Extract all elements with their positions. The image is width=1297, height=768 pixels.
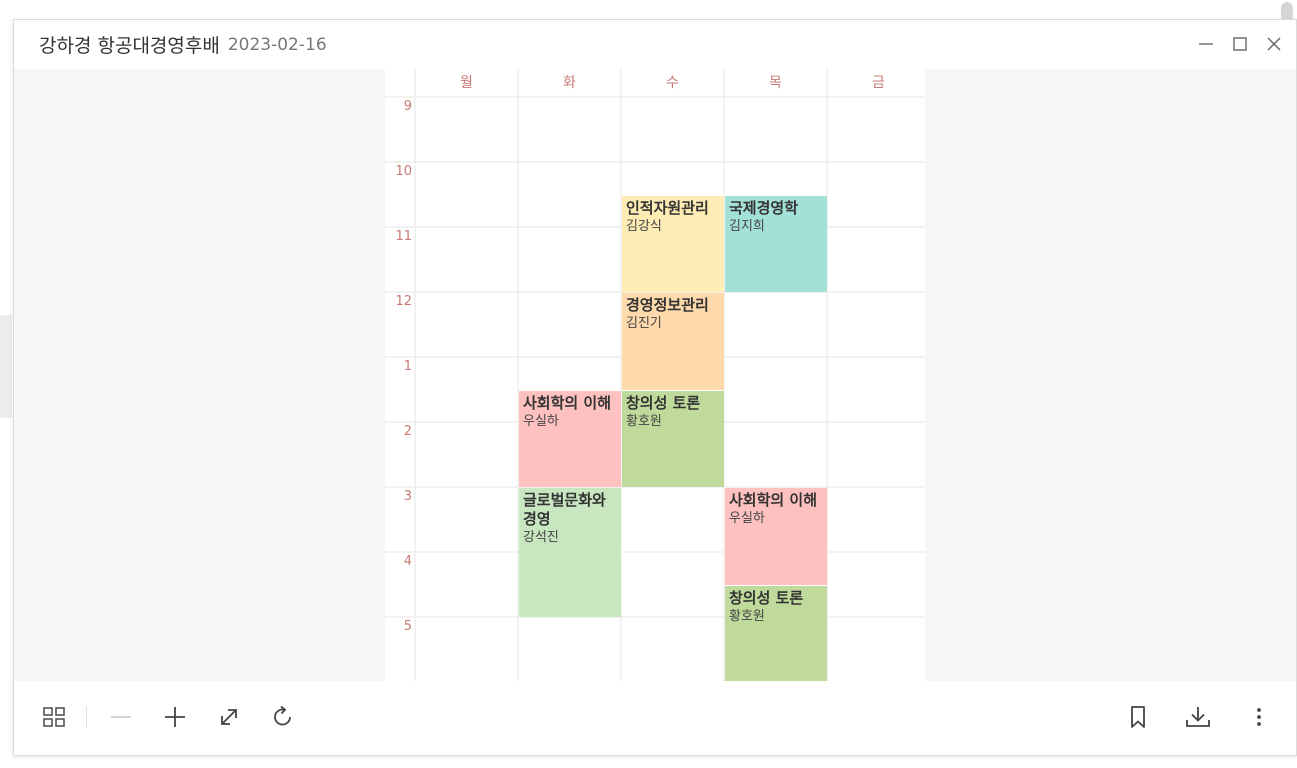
- zoom-in-icon: [165, 707, 185, 727]
- download-icon: [1186, 707, 1210, 727]
- title-bar: 강하경 항공대경영후배 2023-02-16: [14, 20, 1296, 69]
- rotate-button[interactable]: [263, 699, 303, 735]
- course-block: 국제경영학 김지희: [725, 195, 827, 292]
- course-name: 창의성 토론: [626, 393, 701, 412]
- zoom-in-button[interactable]: [155, 699, 195, 735]
- course-name: 글로벌문화와 경영: [523, 491, 606, 528]
- more-icon: [1257, 708, 1261, 726]
- background-panel-edge: [0, 315, 12, 418]
- course-name: 국제경영학: [729, 198, 799, 217]
- grid-view-button[interactable]: [34, 699, 74, 735]
- bookmark-button[interactable]: [1118, 699, 1158, 735]
- image-stage: 월 화 수 목 금 9 10 11 12 1 2 3 4 5 인적자원관리 김강식 국제경영학 김지희 경영정보관리…: [14, 69, 1296, 683]
- maximize-icon: [1233, 37, 1247, 51]
- hour-label: 5: [403, 619, 412, 634]
- grid-view-icon: [43, 707, 65, 727]
- window-controls: [1192, 30, 1288, 58]
- course-name: 사회학의 이해: [729, 491, 818, 509]
- course-name: 창의성 토론: [729, 588, 804, 607]
- course-professor: 황호원: [729, 608, 765, 624]
- image-viewer-window: 강하경 항공대경영후배 2023-02-16 월 화 수 목 금 9 10 11 12 1 2 3 4 5…: [13, 19, 1297, 756]
- close-icon: [1267, 37, 1281, 51]
- day-header: 목: [769, 75, 782, 91]
- course-block: 창의성 토론 황호원: [725, 585, 827, 682]
- day-header: 수: [666, 75, 679, 91]
- course-professor: 강석진: [523, 530, 559, 545]
- hour-label: 9: [403, 99, 412, 114]
- course-block: 경영정보관리김진기: [622, 293, 724, 390]
- course-block: 글로벌문화와 경영강석진: [519, 488, 621, 617]
- course-name: 인적자원관리: [626, 198, 709, 217]
- timetable-image: 월 화 수 목 금 9 10 11 12 1 2 3 4 5 인적자원관리 김강식 국제경영학 김지희 경영정보관리…: [385, 69, 925, 683]
- course-professor: 황호원: [626, 413, 662, 429]
- window-title: 강하경 항공대경영후배: [39, 35, 220, 57]
- hour-label: 10: [395, 164, 412, 179]
- hour-label: 11: [395, 229, 412, 244]
- rotate-icon: [274, 705, 291, 726]
- course-block: 창의성 토론 황호원: [622, 390, 724, 487]
- day-header: 월: [460, 75, 473, 91]
- course-name: 사회학의 이해: [523, 393, 612, 412]
- course-block: 사회학의 이해우실하: [725, 488, 827, 585]
- download-button[interactable]: [1178, 699, 1218, 735]
- course-professor: 김지희: [729, 218, 765, 234]
- day-header: 화: [563, 75, 576, 91]
- expand-icon: [221, 709, 237, 725]
- hour-label: 1: [403, 359, 412, 374]
- hour-label: 12: [395, 294, 412, 309]
- hour-label: 3: [403, 489, 412, 504]
- hour-label: 4: [403, 554, 412, 569]
- maximize-button[interactable]: [1226, 30, 1254, 58]
- course-block: 사회학의 이해 우실하: [519, 390, 621, 487]
- zoom-out-button[interactable]: [101, 699, 141, 735]
- course-professor: 우실하: [729, 511, 765, 526]
- minimize-button[interactable]: [1192, 30, 1220, 58]
- minimize-icon: [1199, 43, 1213, 45]
- course-block: 인적자원관리 김강식: [622, 195, 724, 292]
- expand-button[interactable]: [209, 699, 249, 735]
- toolbar-divider: [86, 706, 87, 728]
- course-professor: 김강식: [626, 218, 662, 234]
- window-date: 2023-02-16: [227, 34, 327, 55]
- bookmark-icon: [1131, 706, 1145, 728]
- course-professor: 우실하: [523, 413, 559, 429]
- zoom-out-icon: [111, 716, 131, 718]
- close-button[interactable]: [1260, 30, 1288, 58]
- day-header: 금: [872, 75, 885, 91]
- viewer-toolbar: [14, 681, 1296, 755]
- more-options-button[interactable]: [1239, 699, 1279, 735]
- course-professor: 김진기: [626, 316, 662, 331]
- hour-label: 2: [403, 424, 412, 439]
- course-name: 경영정보관리: [626, 296, 709, 314]
